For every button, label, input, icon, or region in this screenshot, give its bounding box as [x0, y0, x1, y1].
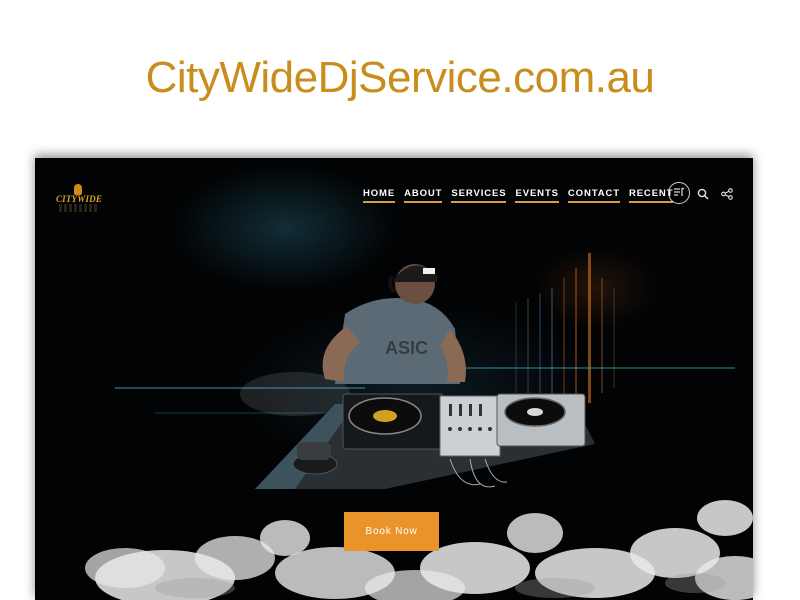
nav-services[interactable]: SERVICES [451, 188, 507, 204]
logo-text: CITYWIDE [55, 194, 103, 204]
citywide-logo[interactable]: CITYWIDE [55, 184, 103, 214]
website-screenshot: CITYWIDE HOME ABOUT SERVICES EVENTS CONT… [35, 158, 753, 600]
nav-home[interactable]: HOME [363, 188, 396, 204]
nav-about[interactable]: ABOUT [404, 188, 443, 204]
domain-heading: CityWideDjService.com.au [145, 53, 655, 102]
skyline-graphic [59, 204, 99, 212]
nav-contact[interactable]: CONTACT [567, 188, 620, 204]
main-nav: HOME ABOUT SERVICES EVENTS CONTACT RECEN… [363, 188, 674, 204]
svg-text:ASIC: ASIC [385, 338, 428, 358]
share-icon[interactable] [721, 187, 733, 200]
dj-image: ASIC [240, 264, 595, 489]
nav-events[interactable]: EVENTS [515, 188, 559, 204]
nav-recent[interactable]: RECENT [628, 188, 674, 204]
search-icon[interactable] [697, 187, 709, 200]
playlist-icon[interactable] [668, 182, 690, 204]
book-now-button[interactable]: Book Now [344, 512, 439, 551]
